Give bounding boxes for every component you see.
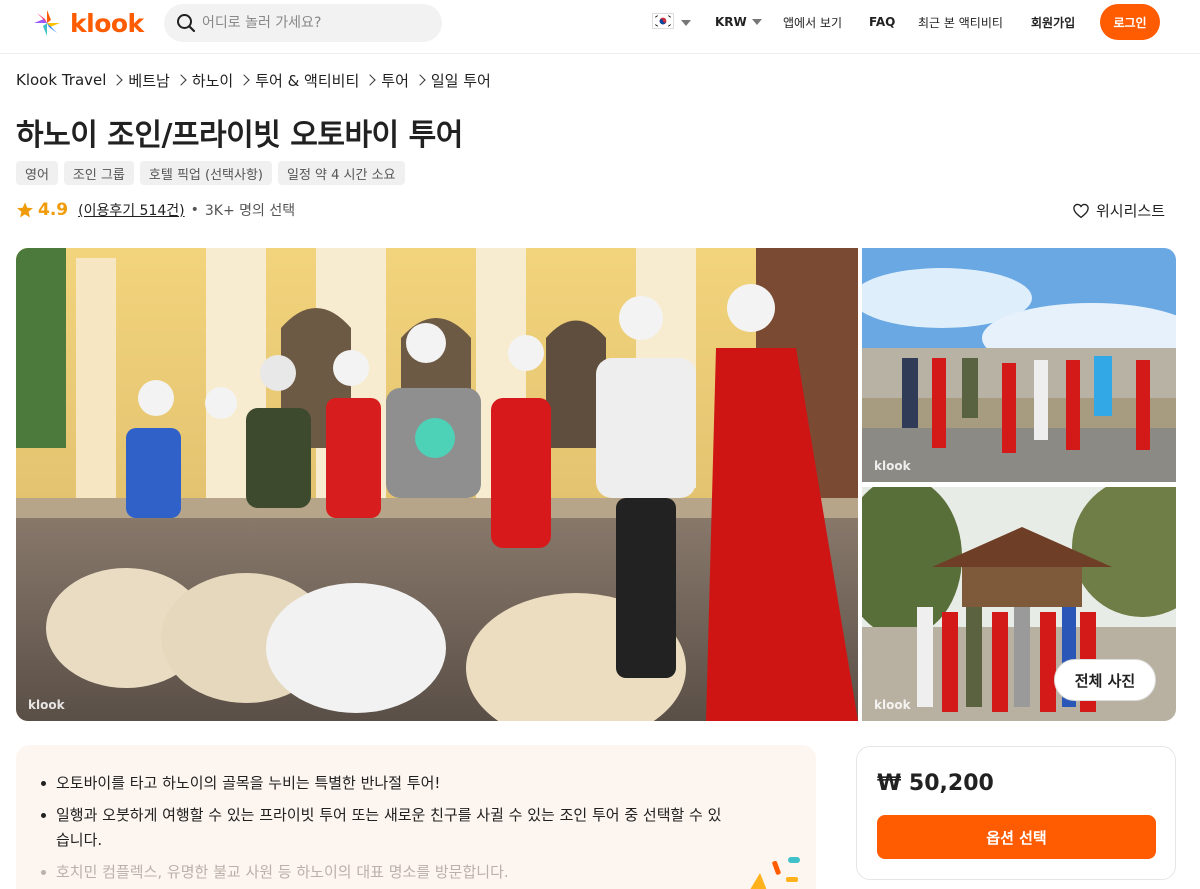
booking-card: ₩ 50,200 옵션 선택 [856, 746, 1176, 880]
korea-flag-icon[interactable] [652, 13, 674, 29]
recently-viewed-link[interactable]: 최근 본 액티비티 [918, 0, 1003, 44]
breadcrumb-item[interactable]: Klook Travel [16, 71, 106, 89]
watermark: klook [874, 459, 911, 473]
language-chevron-down-icon[interactable] [681, 20, 691, 26]
klook-logo-icon [32, 8, 62, 38]
chevron-right-icon [175, 74, 187, 86]
breadcrumb-item[interactable]: 하노이 [192, 70, 233, 91]
breadcrumb-item[interactable]: 일일 투어 [431, 70, 491, 91]
faq-link[interactable]: FAQ [869, 0, 895, 44]
chevron-right-icon [238, 74, 250, 86]
rating-score: 4.9 [38, 200, 69, 220]
top-header: klook KRW 앱에서 보기 FAQ 최근 본 액티비티 회원가입 로그인 [0, 0, 1200, 54]
tag-group-type: 조인 그룹 [63, 161, 134, 185]
watermark: klook [874, 698, 911, 712]
highlight-item: 일행과 오붓하게 여행할 수 있는 프라이빗 투어 또는 새로운 친구를 사귈 … [38, 803, 728, 853]
page-title: 하노이 조인/프라이빗 오토바이 투어 [16, 118, 463, 153]
highlight-item: 호치민 컴플렉스, 유명한 불교 사원 등 하노이의 대표 명소를 방문합니다. [38, 860, 728, 885]
reviews-link[interactable]: (이용후기 514건) [78, 200, 185, 220]
wishlist-label: 위시리스트 [1096, 202, 1166, 220]
search-icon [177, 14, 196, 33]
currency-label: KRW [715, 15, 747, 29]
tag-pickup: 호텔 픽업 (선택사항) [139, 161, 272, 185]
tag-duration: 일정 약 4 시간 소요 [278, 161, 405, 185]
highlights-list: 오토바이를 타고 하노이의 골목을 누비는 특별한 반나절 투어! 일행과 오붓… [38, 771, 816, 885]
klook-logo[interactable]: klook [30, 8, 144, 38]
heart-icon [1073, 203, 1089, 218]
breadcrumb-item[interactable]: 베트남 [128, 70, 169, 91]
confetti-decoration-icon [750, 857, 800, 889]
separator-dot: • [190, 202, 199, 218]
gallery-photo-top[interactable]: klook [862, 248, 1176, 482]
breadcrumb-item[interactable]: 투어 [381, 70, 409, 91]
search-bar[interactable] [164, 4, 442, 42]
app-link[interactable]: 앱에서 보기 [783, 0, 842, 44]
main-photo[interactable]: klook [16, 248, 858, 721]
wishlist-button[interactable]: 위시리스트 [1072, 200, 1165, 221]
activity-tags: 영어 조인 그룹 호텔 픽업 (선택사항) 일정 약 4 시간 소요 [16, 161, 405, 185]
watermark: klook [28, 698, 65, 712]
view-all-photos-button[interactable]: 전체 사진 [1054, 659, 1156, 701]
currency-chevron-down-icon [751, 19, 762, 25]
signup-link[interactable]: 회원가입 [1031, 0, 1075, 44]
rating-summary: 4.9 (이용후기 514건) • 3K+ 명의 선택 [16, 199, 295, 221]
login-button[interactable]: 로그인 [1100, 4, 1160, 40]
price: ₩ 50,200 [877, 771, 994, 796]
highlight-item: 오토바이를 타고 하노이의 골목을 누비는 특별한 반나절 투어! [38, 771, 728, 796]
search-input[interactable] [202, 15, 422, 31]
star-icon [17, 202, 33, 218]
highlights-box: 오토바이를 타고 하노이의 골목을 누비는 특별한 반나절 투어! 일행과 오붓… [16, 745, 816, 889]
select-option-button[interactable]: 옵션 선택 [877, 815, 1156, 859]
chevron-right-icon [414, 74, 426, 86]
chevron-right-icon [364, 74, 376, 86]
reviews-count[interactable]: (이용후기 514건) [78, 203, 185, 219]
klook-wordmark: klook [70, 8, 144, 38]
currency-selector[interactable]: KRW [715, 0, 762, 44]
tag-language: 영어 [16, 161, 58, 185]
breadcrumb-item[interactable]: 투어 & 액티비티 [255, 70, 359, 91]
chevron-right-icon [111, 74, 124, 86]
booked-count: 3K+ 명의 선택 [204, 203, 296, 219]
breadcrumb: Klook Travel 베트남 하노이 투어 & 액티비티 투어 일일 투어 [16, 70, 491, 90]
